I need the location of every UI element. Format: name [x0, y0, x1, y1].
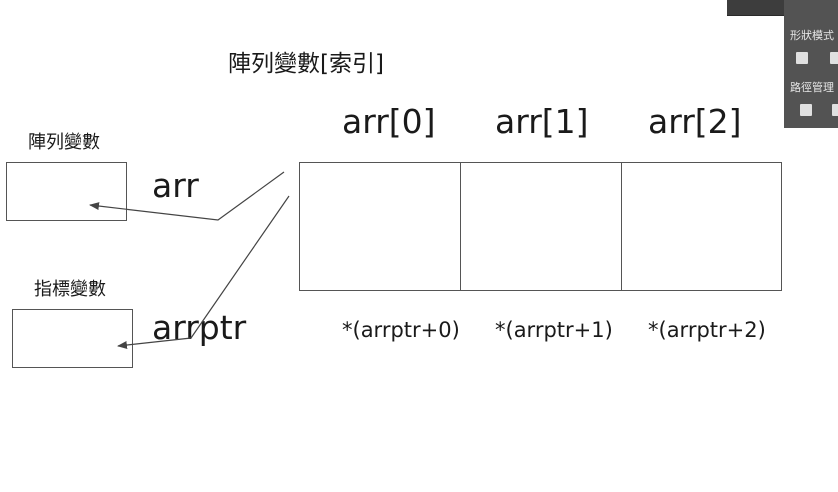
- connector-arrows: [89, 171, 290, 349]
- unite-shape-icon[interactable]: [796, 52, 810, 66]
- pathfinder-panel: 形狀模式 路徑管理: [784, 0, 838, 128]
- minus-front-icon[interactable]: [830, 52, 838, 66]
- panel-section-shape-modes: 形狀模式: [790, 29, 834, 42]
- panel-section-pathfinders: 路徑管理: [790, 81, 834, 94]
- divide-path-icon[interactable]: [800, 104, 814, 118]
- trim-path-icon[interactable]: [832, 104, 838, 118]
- array-pointer-arrow: [89, 171, 285, 221]
- panel-title-bar: [727, 0, 784, 16]
